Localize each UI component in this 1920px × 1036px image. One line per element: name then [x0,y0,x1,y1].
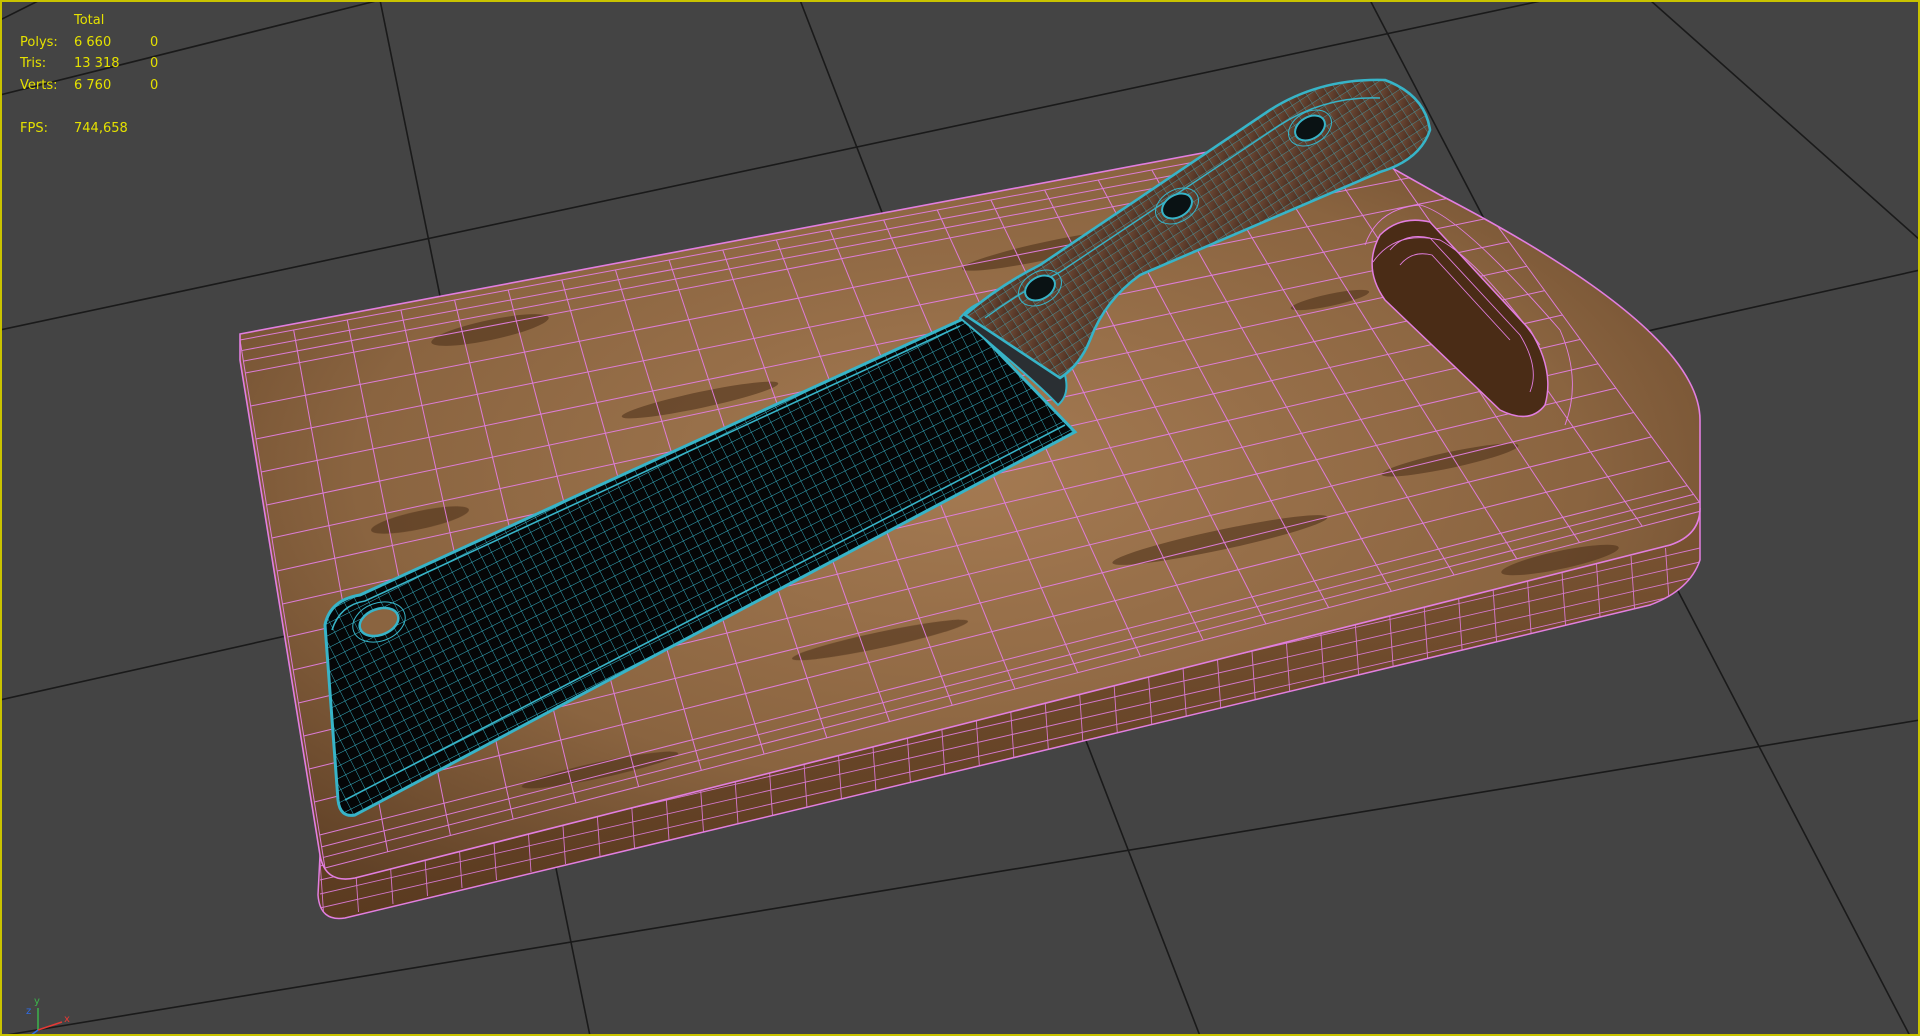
gizmo-z-label: z [26,1006,32,1017]
stats-selected: 0 [150,77,159,93]
stats-total: 6 760 [74,77,112,93]
stats-row-fps: FPS: 744,658 [20,118,180,140]
axis-tripod-icon: y z x [22,996,82,1036]
cutting-board-model [239,137,1701,920]
perspective-viewport[interactable]: Total Polys: 6 660 0 Tris: 13 318 0 Vert… [0,0,1920,1036]
stats-row-polys: Polys: 6 660 0 [20,32,180,54]
stats-row-tris: Tris: 13 318 0 [20,53,180,75]
gizmo-x-label: x [64,1014,70,1025]
stats-label: Verts: [20,77,58,93]
stats-total: 13 318 [74,56,120,71]
fps-value: 744,658 [74,120,128,136]
stats-selected: 0 [150,56,159,71]
fps-label: FPS: [20,120,48,136]
stats-header: Total [74,13,105,28]
stats-label: Polys: [20,34,58,50]
stats-label: Tris: [20,56,47,71]
stats-row-verts: Verts: 6 760 0 [20,75,180,97]
stats-total: 6 660 [74,34,112,50]
stats-selected: 0 [150,34,159,50]
scene-3d[interactable] [0,0,1920,1036]
gizmo-y-label: y [34,996,40,1007]
viewport-statistics: Total Polys: 6 660 0 Tris: 13 318 0 Vert… [20,10,180,139]
